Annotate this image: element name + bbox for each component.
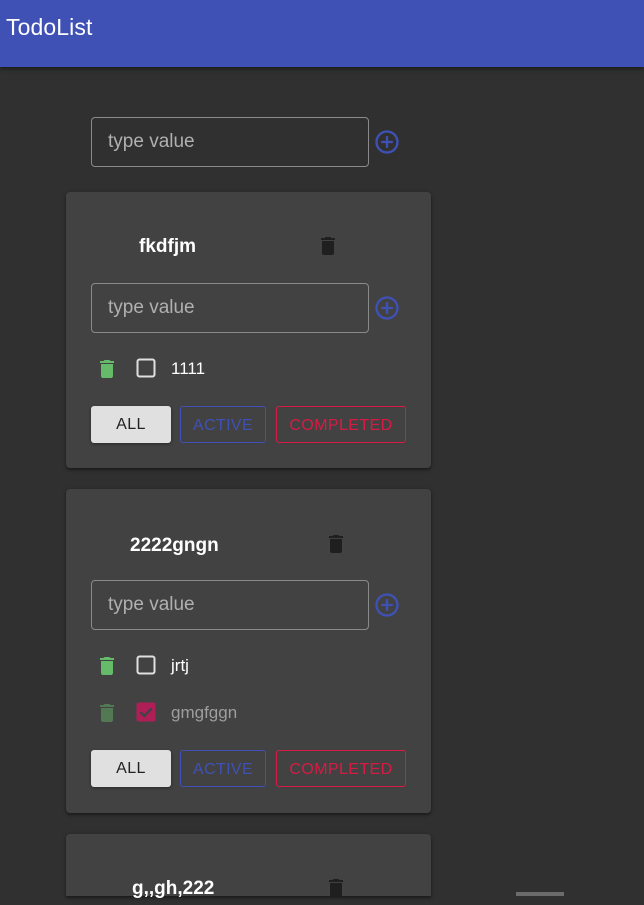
new-task-input[interactable]: [92, 581, 368, 629]
todolist-card: fkdfjm 1111 ALL ACTIVE COMPLETED: [66, 192, 431, 468]
task-item: 1111: [66, 355, 431, 383]
delete-task-button[interactable]: [95, 654, 119, 678]
trash-icon: [321, 237, 335, 255]
checkbox-checked-icon: [136, 702, 156, 722]
trash-icon: [329, 535, 343, 553]
trash-icon: [100, 360, 114, 378]
add-task-button[interactable]: [373, 591, 401, 619]
app-bar: TodoList: [0, 0, 644, 67]
horizontal-scrollbar[interactable]: [516, 892, 564, 896]
task-item: jrtj: [66, 652, 431, 680]
task-checkbox[interactable]: [136, 358, 156, 378]
todolist-title[interactable]: g,,gh,222: [132, 878, 214, 900]
filter-completed-button[interactable]: COMPLETED: [276, 750, 406, 787]
delete-task-button[interactable]: [95, 357, 119, 381]
filter-all-button[interactable]: ALL: [91, 750, 171, 787]
trash-icon: [100, 704, 114, 722]
new-list-field[interactable]: [91, 117, 369, 167]
task-checkbox[interactable]: [136, 702, 156, 722]
todolist-card: g,,gh,222: [66, 834, 431, 899]
add-circle-icon: [375, 593, 399, 617]
delete-list-button[interactable]: [324, 876, 348, 900]
filter-active-button[interactable]: ACTIVE: [180, 750, 266, 787]
todolist-title[interactable]: 2222gngn: [130, 535, 219, 557]
checkbox-unchecked-icon: [136, 358, 156, 378]
checkbox-unchecked-icon: [136, 655, 156, 675]
task-item: gmgfggn: [66, 699, 431, 727]
todolist-title[interactable]: fkdfjm: [139, 236, 196, 258]
task-title[interactable]: 1111: [171, 359, 205, 379]
add-circle-icon: [375, 296, 399, 320]
delete-task-button[interactable]: [95, 701, 119, 725]
add-task-button[interactable]: [373, 294, 401, 322]
todolist-card: 2222gngn jrtj: [66, 489, 431, 813]
filter-active-button[interactable]: ACTIVE: [180, 406, 266, 443]
delete-list-button[interactable]: [316, 234, 340, 258]
delete-list-button[interactable]: [324, 532, 348, 556]
new-task-input[interactable]: [92, 284, 368, 332]
trash-icon: [100, 657, 114, 675]
add-list-button[interactable]: [373, 128, 401, 156]
task-checkbox[interactable]: [136, 655, 156, 675]
new-list-input[interactable]: [92, 118, 368, 166]
filter-completed-button[interactable]: COMPLETED: [276, 406, 406, 443]
new-task-field[interactable]: [91, 283, 369, 333]
task-title[interactable]: gmgfggn: [171, 703, 237, 723]
new-task-field[interactable]: [91, 580, 369, 630]
add-circle-icon: [375, 130, 399, 154]
app-title: TodoList: [6, 14, 93, 40]
trash-icon: [329, 879, 343, 897]
filter-all-button[interactable]: ALL: [91, 406, 171, 443]
task-title[interactable]: jrtj: [171, 656, 189, 676]
